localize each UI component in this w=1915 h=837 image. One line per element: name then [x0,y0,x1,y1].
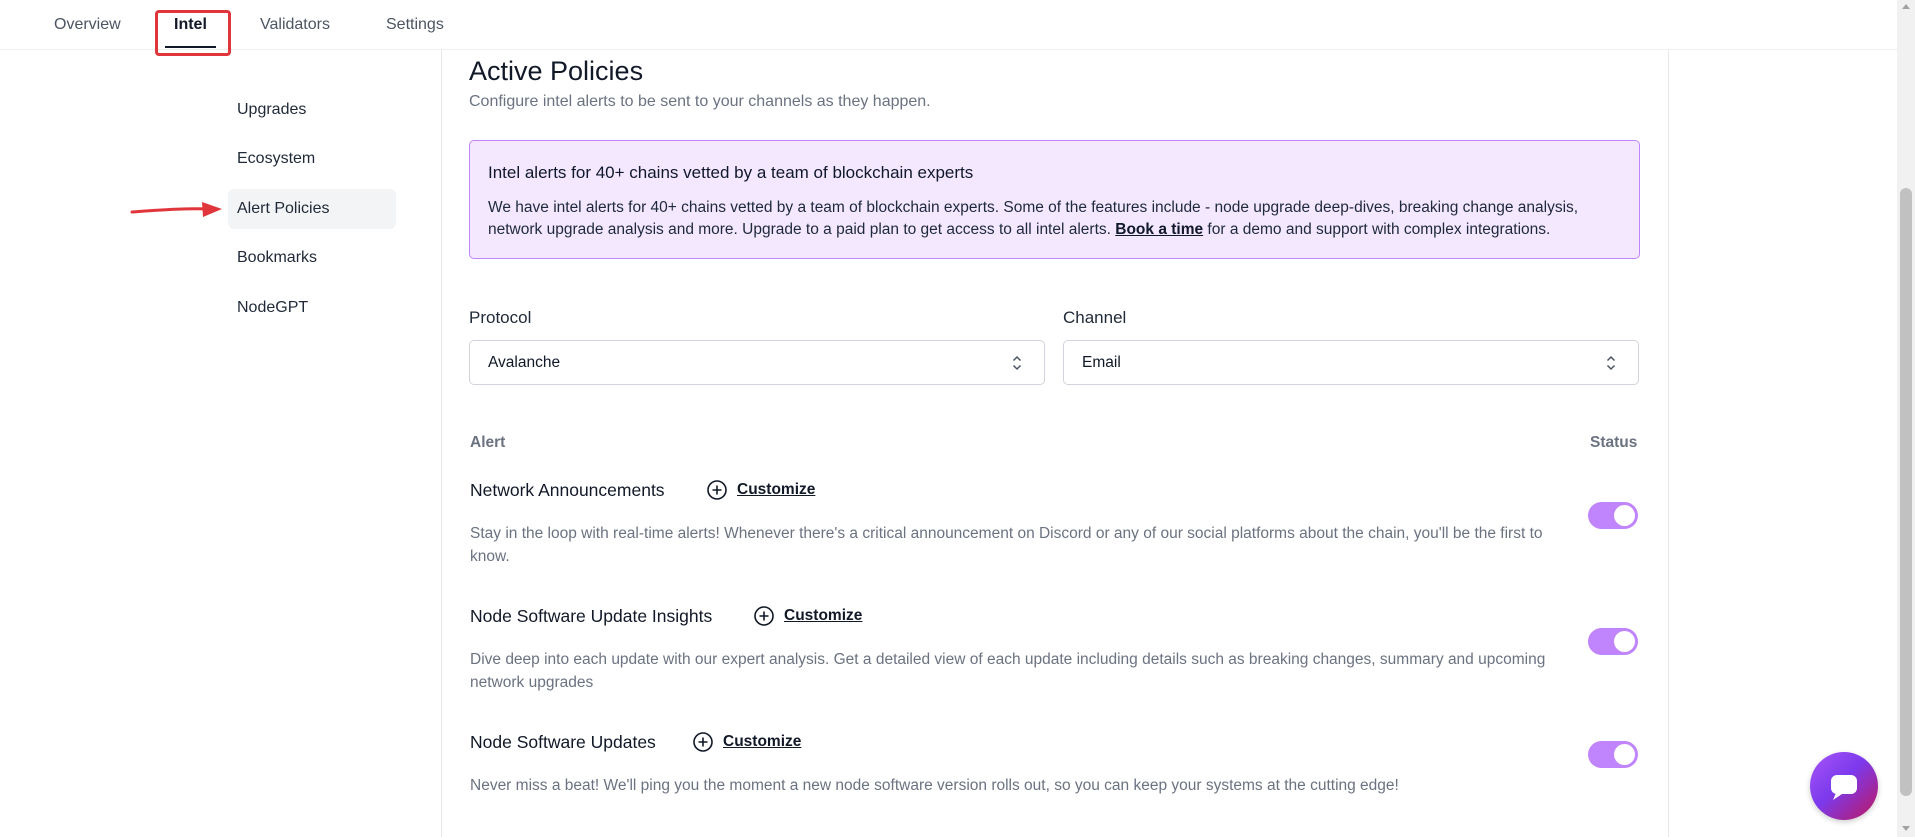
sidebar-item-label: Bookmarks [237,249,318,266]
sidebar-item-upgrades[interactable]: Upgrades [228,90,396,130]
chat-widget-button[interactable] [1810,752,1878,820]
sidebar-item-label: Ecosystem [237,150,316,167]
status-toggle[interactable] [1588,741,1638,768]
channel-select-value: Email [1082,354,1121,371]
chevron-up-down-icon [1012,355,1022,371]
arrow-annotation [130,202,222,217]
alert-title: Node Software Updates [470,732,656,752]
alert-description: Stay in the loop with real-time alerts! … [470,525,1543,565]
page-scrollbar[interactable] [1897,0,1915,837]
sidebar-item-bookmarks[interactable]: Bookmarks [228,238,396,278]
sidebar-item-alert-policies[interactable]: Alert Policies [228,189,396,229]
sidebar-item-label: Alert Policies [237,200,330,217]
chat-icon [1831,775,1857,800]
customize-link[interactable]: Customize [737,481,815,499]
status-toggle[interactable] [1588,628,1638,655]
tab-settings[interactable]: Settings [386,16,444,34]
customize-link[interactable]: Customize [784,607,862,625]
scrollbar-thumb[interactable] [1900,188,1912,796]
alert-title: Node Software Update Insights [470,606,713,626]
page-title: Active Policies [469,56,644,86]
toggle-knob [1614,744,1635,765]
sidebar-item-label: NodeGPT [237,299,309,316]
status-column-header: Status [1590,434,1638,451]
customize-link[interactable]: Customize [723,733,801,751]
alert-title: Network Announcements [470,480,665,500]
top-tab-bar: Overview Intel Validators Settings [0,0,1897,50]
annotation-highlight-box [155,10,231,56]
sidebar-item-ecosystem[interactable]: Ecosystem [228,139,396,179]
banner-body: We have intel alerts for 40+ chains vett… [488,197,1628,241]
upgrade-banner: Intel alerts for 40+ chains vetted by a … [469,140,1640,259]
tab-validators[interactable]: Validators [260,16,330,34]
protocol-select[interactable]: Avalanche [469,340,1045,385]
channel-select[interactable]: Email [1063,340,1639,385]
page-subtitle: Configure intel alerts to be sent to you… [469,93,931,110]
plus-circle-icon[interactable] [692,731,714,753]
scroll-down-arrow-icon[interactable] [1902,826,1910,831]
toggle-knob [1614,631,1635,652]
toggle-knob [1614,505,1635,526]
channel-label: Channel [1063,308,1127,327]
chevron-up-down-icon [1606,355,1616,371]
plus-circle-icon[interactable] [706,479,728,501]
alert-column-header: Alert [470,434,506,451]
tab-overview[interactable]: Overview [54,16,121,34]
plus-circle-icon[interactable] [753,605,775,627]
sidebar-item-label: Upgrades [237,101,307,118]
banner-title: Intel alerts for 40+ chains vetted by a … [488,163,974,182]
scroll-up-arrow-icon[interactable] [1902,4,1910,9]
banner-text-end: for a demo and support with complex inte… [1203,221,1551,238]
status-toggle[interactable] [1588,502,1638,529]
protocol-label: Protocol [469,308,532,327]
alert-description: Never miss a beat! We'll ping you the mo… [470,777,1399,794]
alert-description: Dive deep into each update with our expe… [470,651,1546,691]
sidebar-item-nodegpt[interactable]: NodeGPT [228,288,396,328]
book-a-time-link[interactable]: Book a time [1115,221,1203,238]
protocol-select-value: Avalanche [488,354,561,371]
